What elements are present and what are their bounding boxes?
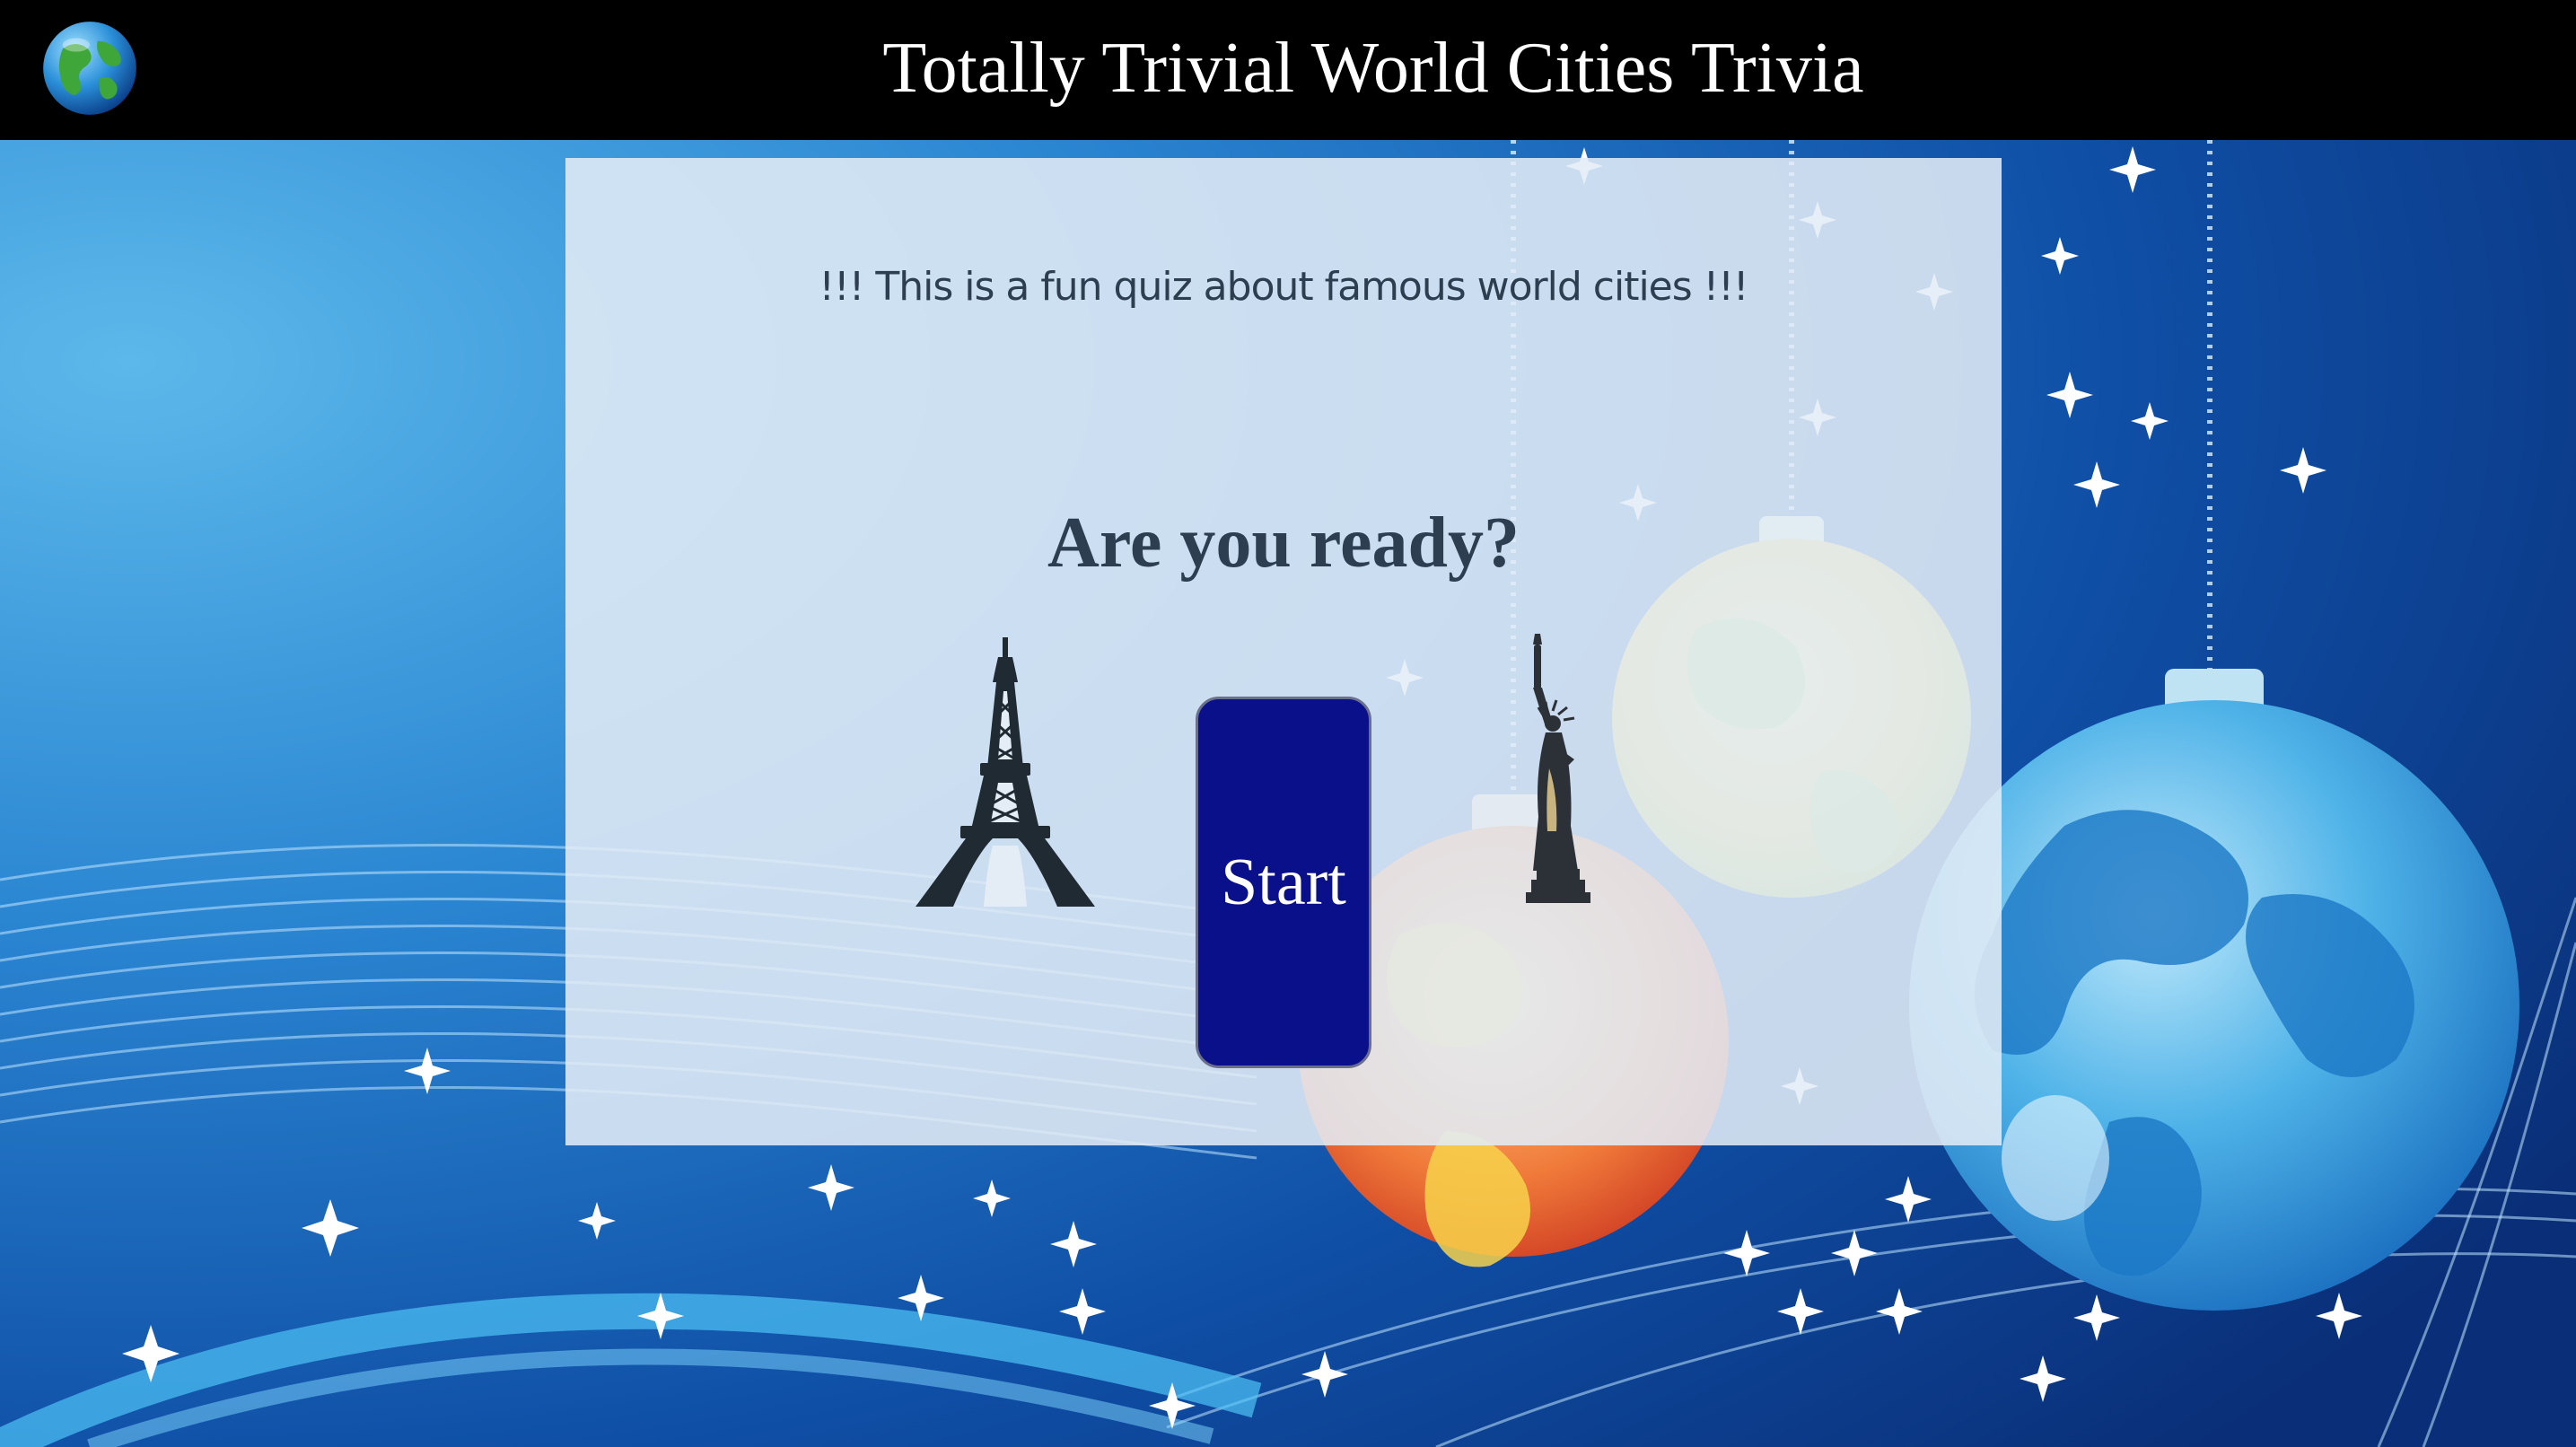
ready-prompt: Are you ready? (1047, 504, 1520, 583)
eiffel-tower-icon (916, 637, 1095, 907)
start-button[interactable]: Start (1196, 697, 1371, 1068)
app-title: Totally Trivial World Cities Trivia (882, 29, 1864, 108)
quiz-subtitle: !!! This is a fun quiz about famous worl… (819, 264, 1748, 310)
quiz-intro-card: !!! This is a fun quiz about famous worl… (565, 158, 2002, 1145)
page: Totally Trivial World Cities Trivia !!! … (0, 0, 2576, 1447)
statue-of-liberty-icon (1526, 634, 1590, 903)
header-bar: Totally Trivial World Cities Trivia (0, 0, 2576, 140)
